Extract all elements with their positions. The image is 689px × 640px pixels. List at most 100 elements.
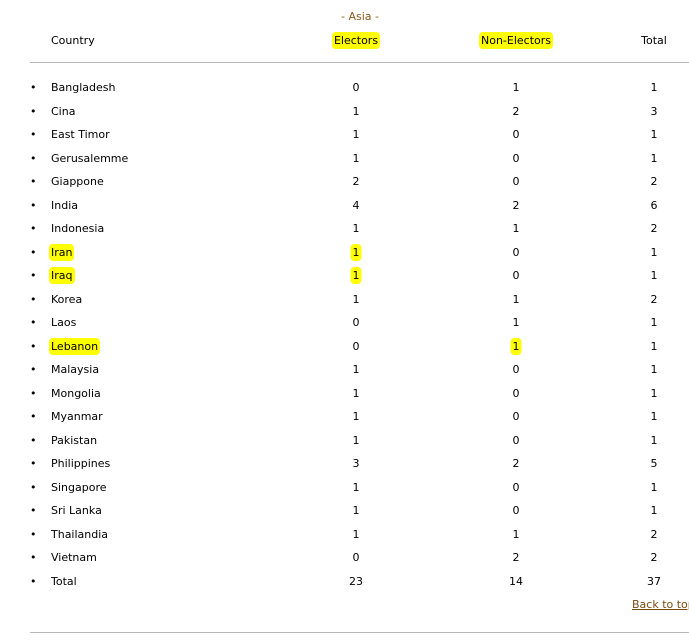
electors-cell-text: 1 [352, 292, 360, 306]
electors-cell: 0 [353, 340, 360, 353]
electors-cell-text: 1 [352, 410, 360, 423]
country-cell-text: Bangladesh [51, 81, 116, 94]
total-cell-text: 2 [650, 551, 658, 564]
non-electors-cell: 0 [513, 363, 520, 376]
country-cell: Pakistan [51, 434, 97, 447]
total-cell-text: 1 [650, 410, 658, 423]
country-cell: Total [51, 575, 77, 588]
total-cell-text: 1 [650, 480, 658, 494]
total-cell: 1 [651, 81, 658, 94]
non-electors-cell-text: 1 [512, 81, 520, 94]
non-electors-cell-text: 0 [512, 504, 520, 517]
country-cell-text: Pakistan [51, 433, 98, 447]
country-cell: Mongolia [51, 387, 101, 400]
table-row: • East Timor 1 0 1 [0, 123, 689, 147]
non-electors-cell: 1 [513, 528, 520, 541]
electors-cell: 1 [353, 528, 360, 541]
non-electors-cell: 0 [513, 434, 520, 447]
bullet-icon: • [30, 386, 37, 400]
non-electors-cell: 0 [513, 152, 520, 165]
electors-cell: 1 [353, 434, 360, 447]
electors-header-text: Electors [333, 34, 379, 47]
non-electors-cell-text: 1 [512, 527, 520, 541]
country-cell-text: Iraq [51, 269, 73, 282]
electors-cell: 1 [352, 245, 360, 259]
non-electors-cell-text: 0 [512, 245, 520, 259]
country-cell-text: Thailandia [51, 527, 109, 541]
table-body: • Bangladesh 0 1 1 • Cina 1 2 3 • East Timor 1 0 1 • Ger… [0, 76, 689, 593]
bullet-icon: • [30, 457, 37, 470]
bullet-icon: • [30, 104, 37, 118]
electors-cell-text: 0 [352, 316, 360, 329]
table-row: • Singapore 1 0 1 [0, 476, 689, 500]
non-electors-cell-text: 0 [512, 410, 520, 423]
country-cell-text: Lebanon [51, 339, 99, 353]
non-electors-cell-text: 0 [512, 363, 520, 376]
footer-divider [30, 632, 689, 633]
bullet-icon: • [30, 551, 37, 564]
electors-cell-text: 1 [352, 104, 360, 118]
non-electors-cell: 0 [513, 269, 520, 282]
electors-cell: 0 [353, 551, 360, 564]
non-electors-cell-text: 0 [512, 433, 520, 447]
country-cell: Philippines [51, 457, 110, 470]
table-row: • Laos 0 1 1 [0, 311, 689, 335]
total-cell-text: 1 [650, 504, 658, 517]
electors-cell: 1 [353, 128, 360, 141]
country-cell-text: Laos [51, 316, 77, 329]
country-cell: Gerusalemme [51, 152, 128, 165]
electors-cell-text: 0 [352, 551, 360, 564]
non-electors-cell: 1 [512, 339, 520, 353]
non-electors-cell-text: 0 [512, 386, 520, 400]
electors-cell: 4 [353, 199, 360, 212]
total-cell-text: 2 [650, 175, 658, 188]
bullet-icon: • [30, 292, 37, 306]
bullet-icon: • [30, 363, 37, 376]
non-electors-cell: 1 [513, 81, 520, 94]
country-cell-text: India [51, 198, 78, 212]
bullet-icon: • [30, 269, 37, 282]
back-to-top-link[interactable]: Back to top [632, 598, 689, 611]
electors-cell-text: 3 [352, 457, 360, 470]
non-electors-cell-text: 14 [509, 574, 523, 588]
bullet-icon: • [30, 433, 37, 447]
total-cell: 1 [651, 246, 658, 259]
electors-cell-text: 1 [352, 269, 360, 282]
total-cell: 1 [651, 434, 658, 447]
total-cell: 1 [651, 504, 658, 517]
total-cell: 1 [651, 316, 658, 329]
electors-cell-text: 1 [352, 386, 360, 400]
non-electors-cell: 0 [513, 387, 520, 400]
country-cell-text: Cina [51, 104, 76, 118]
bullet-icon: • [30, 222, 37, 235]
electors-cell-text: 1 [352, 363, 360, 376]
bullet-icon: • [30, 574, 37, 588]
table-row: • Bangladesh 0 1 1 [0, 76, 689, 100]
country-cell: Singapore [51, 481, 107, 494]
electors-cell: 0 [353, 316, 360, 329]
electors-cell-text: 0 [352, 81, 360, 94]
bullet-icon: • [30, 245, 37, 259]
total-cell: 1 [651, 340, 658, 353]
country-cell: Bangladesh [51, 81, 116, 94]
non-electors-cell: 0 [513, 481, 520, 494]
non-electors-cell: 1 [513, 316, 520, 329]
country-cell-text: Sri Lanka [51, 504, 102, 517]
electors-cell: 1 [353, 410, 360, 423]
country-cell: Vietnam [51, 551, 97, 564]
total-cell-text: 1 [650, 128, 658, 141]
country-cell: Sri Lanka [51, 504, 102, 517]
total-cell-text: 37 [647, 574, 661, 588]
total-cell: 3 [651, 105, 658, 118]
electors-cell-text: 1 [352, 222, 360, 235]
country-cell-text: Myanmar [51, 410, 103, 423]
total-cell: 2 [651, 528, 658, 541]
bullet-icon: • [30, 480, 37, 494]
table-row-total: • Total 23 14 37 [0, 570, 689, 594]
non-electors-cell: 2 [513, 199, 520, 212]
country-cell-text: Gerusalemme [51, 151, 129, 165]
country-cell-text: East Timor [51, 128, 110, 141]
electors-cell-text: 1 [352, 433, 360, 447]
non-electors-cell-text: 0 [512, 480, 520, 494]
non-electors-cell: 14 [509, 575, 523, 588]
